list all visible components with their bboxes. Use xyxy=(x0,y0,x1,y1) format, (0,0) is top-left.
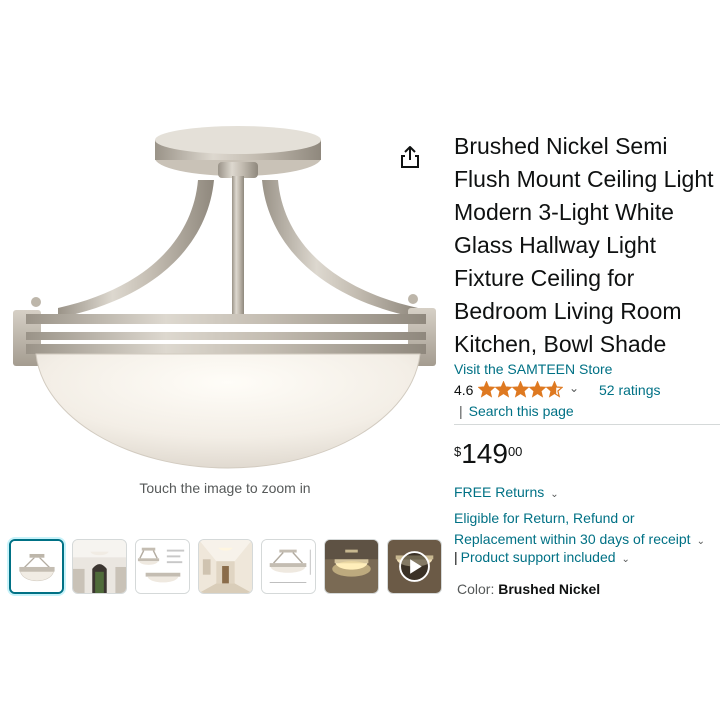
thumbnail-video[interactable] xyxy=(387,539,442,594)
divider xyxy=(454,424,720,425)
share-button[interactable] xyxy=(398,144,422,170)
chevron-down-icon[interactable]: ⌄ xyxy=(569,381,579,395)
color-value: Brushed Nickel xyxy=(498,581,601,597)
thumbnail-main-fixture[interactable] xyxy=(9,539,64,594)
return-eligibility-link[interactable]: Eligible for Return, Refund or Replaceme… xyxy=(454,508,720,552)
star-rating[interactable] xyxy=(478,381,563,399)
zoom-hint: Touch the image to zoom in xyxy=(139,480,311,496)
eligibility-line-2: Replacement within 30 days of receipt xyxy=(454,530,691,547)
ratings-count-link[interactable]: 52 ratings xyxy=(599,382,660,398)
thumbnail-room-install[interactable] xyxy=(72,539,127,594)
color-label: Color: xyxy=(457,581,495,597)
price-whole: 149 xyxy=(461,438,508,469)
chevron-down-icon: ⌄ xyxy=(550,489,559,500)
chevron-down-icon: ⌄ xyxy=(621,554,630,565)
rating-value: 4.6 xyxy=(454,382,474,398)
thumbnail-size-chart[interactable] xyxy=(261,539,316,594)
product-support-label: Product support included xyxy=(460,549,616,565)
search-page-link[interactable]: Search this page xyxy=(469,403,574,419)
star-icon xyxy=(511,381,530,398)
thumbnail-dimensions[interactable] xyxy=(135,539,190,594)
star-icon xyxy=(545,381,563,398)
star-icon xyxy=(478,381,496,398)
store-link[interactable]: Visit the SAMTEEN Store xyxy=(454,361,612,377)
thumbnail-lit-fixture[interactable] xyxy=(324,539,379,594)
ceiling-light-image xyxy=(13,126,436,469)
price: $14900 xyxy=(454,438,522,470)
eligibility-line-1: Eligible for Return, Refund or xyxy=(454,510,635,526)
price-symbol: $ xyxy=(454,444,462,459)
star-icon xyxy=(494,381,513,398)
product-support-link[interactable]: | Product support included ⌄ xyxy=(454,549,630,565)
free-returns-label: FREE Returns xyxy=(454,484,545,500)
search-page-row: | Search this page xyxy=(454,403,574,419)
star-icon xyxy=(528,381,547,398)
separator: | xyxy=(454,549,458,565)
thumbnail-hallway[interactable] xyxy=(198,539,253,594)
main-product-image[interactable] xyxy=(8,118,448,478)
share-icon xyxy=(401,146,419,168)
free-returns-link[interactable]: FREE Returns ⌄ xyxy=(454,484,559,500)
product-title: Brushed Nickel Semi Flush Mount Ceiling … xyxy=(454,133,714,357)
separator: | xyxy=(459,403,463,419)
price-fraction: 00 xyxy=(507,444,523,459)
color-selection: Color: Brushed Nickel xyxy=(457,581,600,597)
chevron-down-icon: ⌄ xyxy=(696,535,705,547)
